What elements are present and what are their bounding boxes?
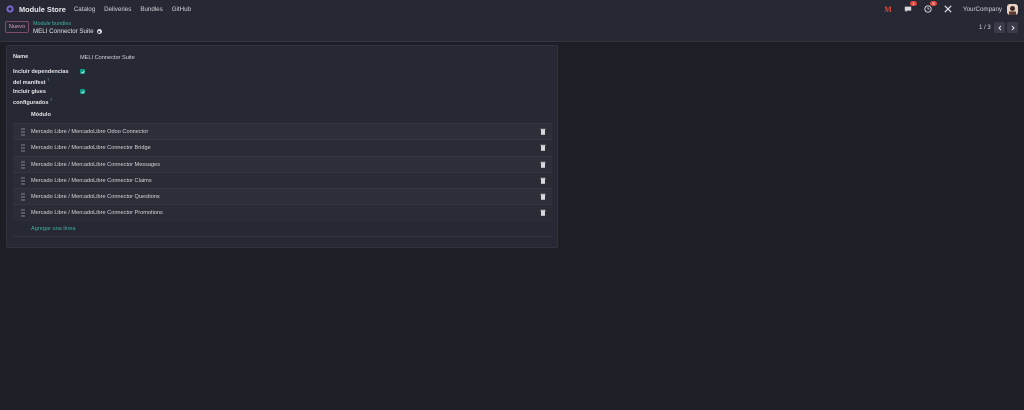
module-name[interactable]: Mercado Libre / MercadoLibre Connector C… <box>31 178 152 184</box>
glues-label-line2: configurados <box>13 99 49 106</box>
menu-bundles[interactable]: Bundles <box>140 6 162 13</box>
deps-label-line1: Incluir dependencias <box>13 69 69 75</box>
company-switcher[interactable]: YourCompany <box>963 6 1002 13</box>
table-row[interactable]: Mercado Libre / MercadoLibre Connector B… <box>13 139 552 156</box>
main-menu: Catalog Deliveries Bundles GitHub <box>74 6 200 13</box>
add-line-link[interactable]: Agregar una línea <box>31 226 75 232</box>
pager-next-button[interactable] <box>1007 22 1018 33</box>
glues-label: Incluir glues configurados ? <box>13 88 52 107</box>
deps-help-mark[interactable]: ? <box>47 78 49 82</box>
glues-label-line1: Incluir glues <box>13 89 46 95</box>
glues-checkbox[interactable] <box>80 89 85 94</box>
table-row[interactable]: Mercado Libre / MercadoLibre Connector Q… <box>13 188 552 205</box>
table-row[interactable]: Mercado Libre / MercadoLibre Odoo Connec… <box>13 123 552 140</box>
module-name[interactable]: Mercado Libre / MercadoLibre Odoo Connec… <box>31 129 148 135</box>
drag-handle-icon[interactable] <box>21 193 25 201</box>
drag-handle-icon[interactable] <box>21 209 25 218</box>
trash-icon[interactable] <box>540 161 546 168</box>
pager-value[interactable]: 1 / 3 <box>979 25 991 31</box>
breadcrumb-current: MELI Connector Suite <box>33 28 102 35</box>
menu-catalog[interactable]: Catalog <box>74 6 95 13</box>
new-button[interactable]: Nuevo <box>5 21 29 33</box>
list-bottom-divider <box>13 236 552 237</box>
mail-letter: M <box>884 4 892 14</box>
activity-badge: 8 <box>930 1 938 6</box>
chevron-left-icon <box>997 25 1001 30</box>
name-field[interactable]: MELI Connector Suite <box>80 55 135 61</box>
table-row[interactable]: Mercado Libre / MercadoLibre Connector M… <box>13 155 552 172</box>
app-brand[interactable]: Module Store <box>19 5 66 14</box>
mail-icon[interactable]: M <box>883 4 893 14</box>
drag-handle-icon[interactable] <box>21 160 25 169</box>
chevron-right-icon <box>1011 25 1015 30</box>
check-icon <box>80 70 85 73</box>
trash-icon[interactable] <box>540 193 546 200</box>
module-name[interactable]: Mercado Libre / MercadoLibre Connector M… <box>31 162 160 168</box>
drag-handle-icon[interactable] <box>21 128 25 136</box>
drag-handle-icon[interactable] <box>21 144 25 152</box>
pager-previous-button[interactable] <box>994 22 1005 33</box>
systray: M 1 8 YourCompany <box>883 0 1024 18</box>
deps-label: Incluir dependencias del manifest ? <box>13 68 69 87</box>
trash-icon[interactable] <box>540 209 546 217</box>
trash-icon[interactable] <box>540 144 546 152</box>
chat-icon[interactable]: 1 <box>903 1 918 14</box>
table-row[interactable]: Mercado Libre / MercadoLibre Connector C… <box>13 171 552 189</box>
name-label: Name <box>13 54 29 60</box>
deps-checkbox[interactable] <box>80 69 85 74</box>
tools-icon[interactable] <box>943 4 953 14</box>
trash-icon[interactable] <box>540 128 546 135</box>
check-icon <box>80 90 85 93</box>
app-logo-icon[interactable] <box>6 5 14 13</box>
glues-help-mark[interactable]: ? <box>50 98 52 102</box>
module-name[interactable]: Mercado Libre / MercadoLibre Connector Q… <box>31 194 160 200</box>
form-sheet: Name MELI Connector Suite Incluir depend… <box>6 45 558 248</box>
trash-icon[interactable] <box>540 177 546 184</box>
menu-github[interactable]: GitHub <box>172 6 191 13</box>
table-row[interactable]: Mercado Libre / MercadoLibre Connector P… <box>13 204 552 221</box>
user-avatar[interactable] <box>1007 3 1018 15</box>
chat-badge: 1 <box>910 1 918 6</box>
module-list: Mercado Libre / MercadoLibre Odoo Connec… <box>13 123 552 221</box>
drag-handle-icon[interactable] <box>21 177 25 185</box>
deps-label-line2: del manifest <box>13 79 46 86</box>
module-column-header[interactable]: Módulo <box>31 112 51 118</box>
module-name[interactable]: Mercado Libre / MercadoLibre Connector P… <box>31 210 163 216</box>
module-name[interactable]: Mercado Libre / MercadoLibre Connector B… <box>31 145 151 151</box>
top-navbar: Module Store Catalog Deliveries Bundles … <box>0 0 1024 19</box>
breadcrumb-parent[interactable]: Module bundles <box>33 21 71 27</box>
record-title: MELI Connector Suite <box>33 28 94 35</box>
clock-icon[interactable]: 8 <box>923 1 938 14</box>
control-panel: Nuevo Module bundles MELI Connector Suit… <box>0 18 1024 42</box>
gear-icon[interactable] <box>96 29 102 34</box>
menu-deliveries[interactable]: Deliveries <box>104 6 131 13</box>
